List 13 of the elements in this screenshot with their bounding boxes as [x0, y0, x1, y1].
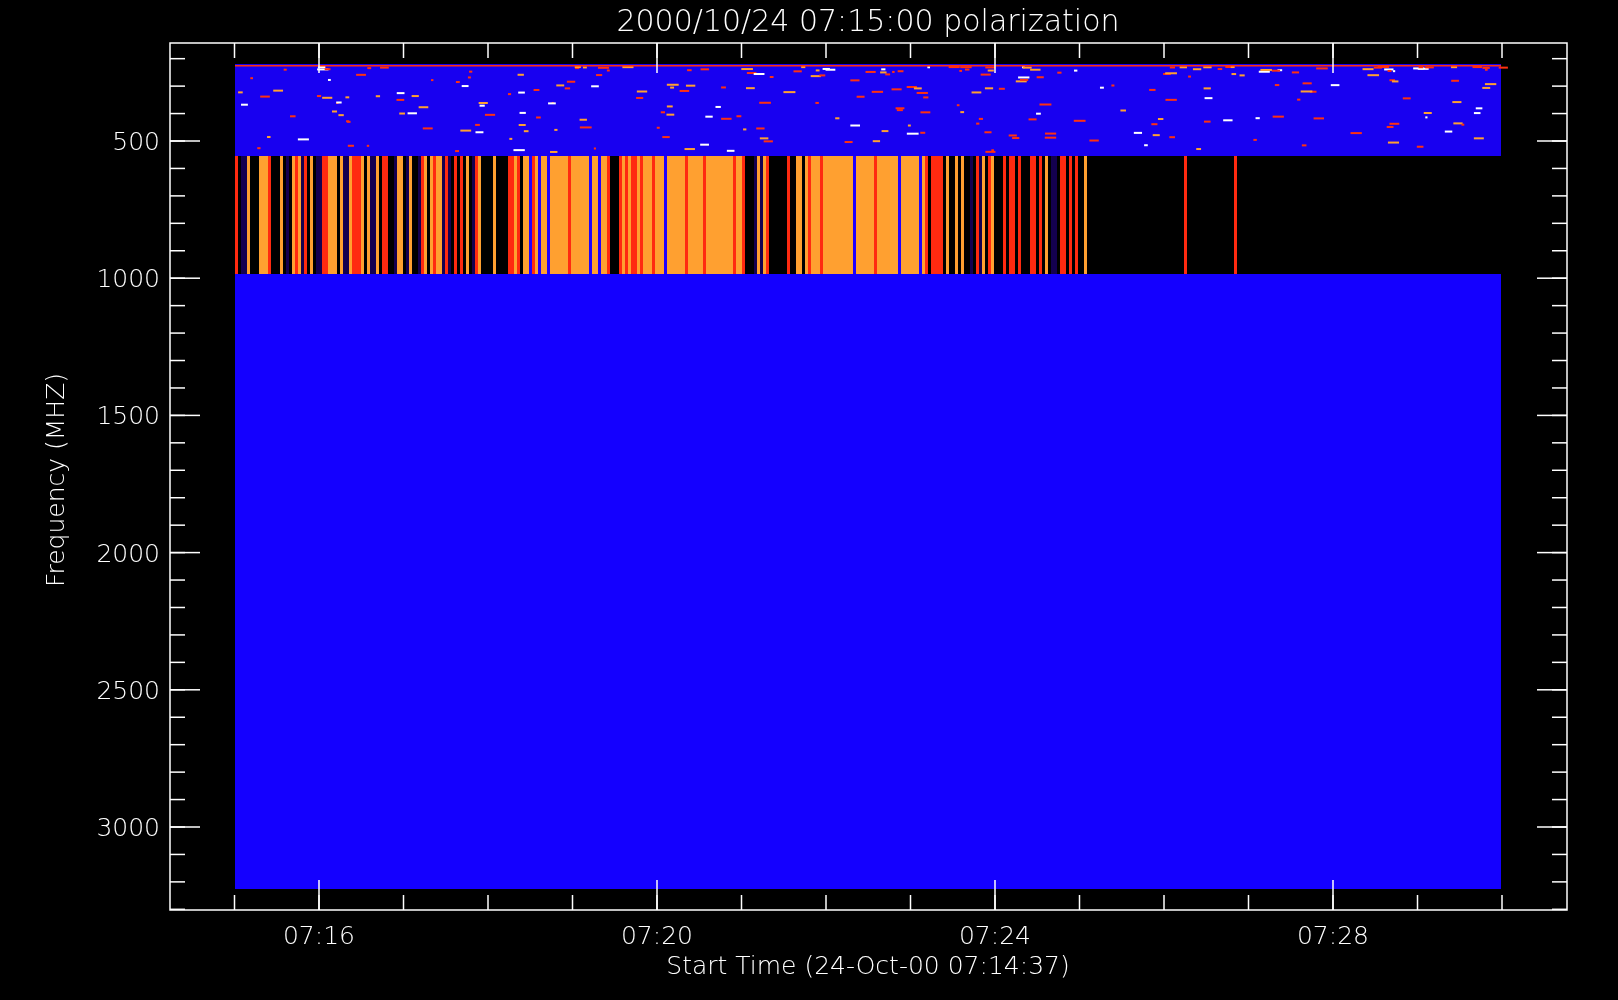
tick-label: 07:20 — [621, 921, 693, 950]
tick-label: 2500 — [96, 675, 160, 705]
plot-title: 2000/10/24 07:15:00 polarization — [616, 3, 1120, 38]
tick-label: 07:24 — [959, 921, 1031, 950]
tick-label: 07:28 — [1297, 921, 1369, 950]
tick-label: 1000 — [96, 264, 160, 294]
axis-label: Frequency (MHZ) — [41, 372, 70, 588]
tick-label: 07:16 — [283, 921, 355, 950]
tick-label: 500 — [112, 127, 160, 156]
axis-label: Start Time (24-Oct-00 07:14:37) — [666, 951, 1070, 980]
tick-label: 2000 — [96, 538, 160, 568]
tick-label: 3000 — [96, 813, 160, 842]
tick-label: 1500 — [96, 401, 160, 431]
